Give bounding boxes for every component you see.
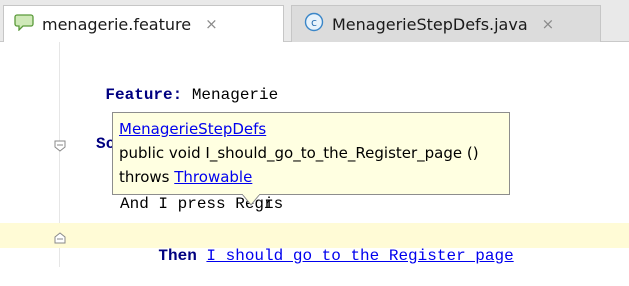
throwable-link[interactable]: Throwable <box>174 168 252 186</box>
close-icon[interactable]: × <box>205 15 218 33</box>
method-signature: public void I_should_go_to_the_Register_… <box>119 144 479 162</box>
throws-label: throws <box>119 168 175 186</box>
feature-name: Menagerie <box>182 86 279 104</box>
step-definition-link[interactable]: I should go to the Register page <box>206 247 513 265</box>
quick-doc-tooltip: MenagerieStepDefs public void I_should_g… <box>112 112 510 195</box>
fold-icon[interactable] <box>53 139 67 153</box>
tooltip-pointer <box>242 194 260 206</box>
java-class-icon: c <box>304 12 324 36</box>
feature-keyword: Feature: <box>105 86 183 104</box>
fold-end-icon[interactable] <box>53 231 67 245</box>
class-link[interactable]: MenagerieStepDefs <box>119 120 266 138</box>
then-line: Then I should go to the Register page <box>120 226 513 286</box>
and-line-suffix: r <box>264 194 274 214</box>
close-icon[interactable]: × <box>542 15 555 33</box>
java-class-letter: c <box>311 16 317 29</box>
tab-label: menagerie.feature <box>42 14 192 34</box>
and-step-suffix: r <box>264 195 274 213</box>
cucumber-file-icon <box>14 13 34 35</box>
tab-menagerie-feature[interactable]: menagerie.feature × <box>3 5 284 42</box>
editor-tab-bar: menagerie.feature × c MenagerieStepDefs.… <box>0 0 629 42</box>
then-keyword: Then <box>158 247 207 265</box>
tab-menagerie-step-defs-java[interactable]: c MenagerieStepDefs.java × <box>291 5 601 42</box>
tab-label: MenagerieStepDefs.java <box>332 14 528 34</box>
